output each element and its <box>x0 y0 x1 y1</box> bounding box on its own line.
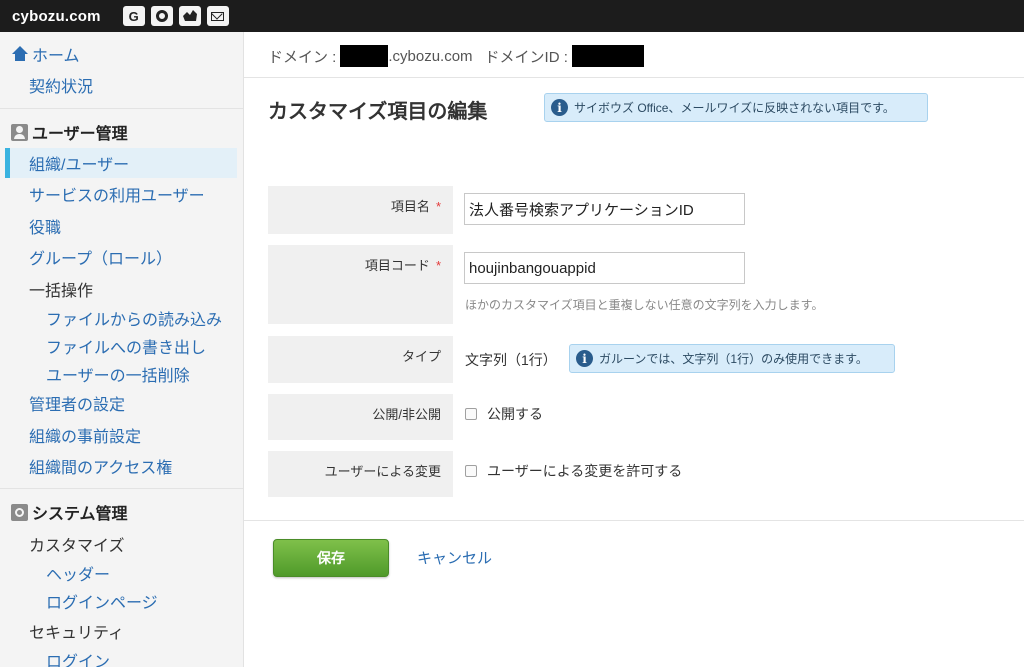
home-icon <box>11 46 29 62</box>
section-system-management: システム管理 <box>11 500 128 524</box>
user-change-checkbox[interactable] <box>465 465 477 477</box>
type-info-box: i ガルーンでは、文字列（1行）のみ使用できます。 <box>569 344 895 373</box>
title-info-text: サイボウズ Office、メールワイズに反映されない項目です。 <box>574 101 895 115</box>
sidebar-item-contract[interactable]: 契約状況 <box>29 73 93 97</box>
garoon-icon[interactable]: G <box>122 6 145 26</box>
visibility-label: 公開/非公開 <box>372 407 441 422</box>
page-title: カスタマイズ項目の編集 <box>268 101 488 123</box>
item-name-label: 項目名 <box>390 199 430 214</box>
user-change-option[interactable]: ユーザーによる変更を許可する <box>465 461 682 481</box>
user-change-label: ユーザーによる変更 <box>324 464 441 479</box>
type-label-cell: タイプ <box>268 336 453 383</box>
form-divider <box>244 520 1024 521</box>
save-button[interactable]: 保存 <box>273 539 389 577</box>
required-mark: * <box>435 199 441 214</box>
type-label: タイプ <box>401 349 441 364</box>
visibility-checkbox[interactable] <box>465 408 477 420</box>
mail-icon[interactable] <box>206 6 229 26</box>
section-user-management-label: ユーザー管理 <box>32 126 128 143</box>
sidebar-item-roles[interactable]: 役職 <box>29 214 61 238</box>
user-change-label-cell: ユーザーによる変更 <box>268 451 453 497</box>
item-code-label-cell: 項目コード * <box>268 245 453 324</box>
type-value: 文字列（1行） <box>465 352 557 368</box>
redacted-domain-id <box>571 45 644 67</box>
sidebar-divider <box>0 488 243 489</box>
info-icon: i <box>576 350 593 367</box>
user-icon <box>11 123 28 141</box>
sidebar-item-customize: カスタマイズ <box>29 538 125 555</box>
sidebar-item-service-users[interactable]: サービスの利用ユーザー <box>29 182 205 206</box>
section-user-management: ユーザー管理 <box>11 120 128 144</box>
item-code-label: 項目コード <box>364 258 430 273</box>
top-bar: cybozu.com G <box>0 0 1024 32</box>
sidebar-item-groups[interactable]: グループ（ロール） <box>29 245 172 269</box>
item-code-hint: ほかのカスタマイズ項目と重複しない任意の文字列を入力します。 <box>465 298 824 312</box>
domain-label: ドメイン : <box>268 48 337 66</box>
item-code-input[interactable]: houjinbangouappid <box>464 252 745 284</box>
info-icon: i <box>551 99 568 116</box>
visibility-checkbox-label[interactable]: 公開する <box>487 404 543 424</box>
domain-id-label: ドメインID : <box>484 48 568 66</box>
cybozu-logo[interactable]: cybozu.com <box>12 8 101 25</box>
sidebar-item-org-users[interactable]: 組織/ユーザー <box>29 151 129 175</box>
title-info-box: i サイボウズ Office、メールワイズに反映されない項目です。 <box>544 93 928 122</box>
sidebar-item-file-import[interactable]: ファイルからの読み込み <box>46 306 222 330</box>
sidebar-item-security: セキュリティ <box>29 625 125 642</box>
redacted-domain <box>340 45 389 67</box>
sidebar-item-home-label: ホーム <box>32 48 80 65</box>
sidebar-item-file-export[interactable]: ファイルへの書き出し <box>46 334 206 358</box>
gear-icon <box>11 503 28 521</box>
sidebar-item-login[interactable]: ログイン <box>46 648 110 667</box>
mailwise-icon[interactable] <box>178 6 201 26</box>
sidebar-item-home[interactable]: ホーム <box>11 42 80 66</box>
sidebar-item-org-presets[interactable]: 組織の事前設定 <box>29 423 141 447</box>
type-info-text: ガルーンでは、文字列（1行）のみ使用できます。 <box>599 352 868 366</box>
required-mark: * <box>435 258 441 273</box>
visibility-label-cell: 公開/非公開 <box>268 394 453 440</box>
office-icon[interactable] <box>150 6 173 26</box>
sidebar-divider <box>0 108 243 109</box>
domain-suffix: .cybozu.com <box>388 47 473 65</box>
user-change-checkbox-label[interactable]: ユーザーによる変更を許可する <box>487 461 682 481</box>
main-divider <box>244 77 1024 78</box>
cancel-link[interactable]: キャンセル <box>417 547 492 568</box>
item-name-label-cell: 項目名 * <box>268 186 453 234</box>
sidebar-item-bulk-delete[interactable]: ユーザーの一括削除 <box>46 362 190 386</box>
visibility-option[interactable]: 公開する <box>465 404 543 424</box>
item-name-input[interactable]: 法人番号検索アプリケーションID <box>464 193 745 225</box>
domain-info: ドメイン : .cybozu.com ドメインID : <box>268 45 644 67</box>
sidebar-item-inter-org-access[interactable]: 組織間のアクセス権 <box>29 454 172 478</box>
sidebar-item-admin-settings[interactable]: 管理者の設定 <box>29 391 125 415</box>
section-system-management-label: システム管理 <box>32 506 128 523</box>
sidebar-item-bulk: 一括操作 <box>29 283 94 300</box>
sidebar: ホーム 契約状況 ユーザー管理 組織/ユーザー サービスの利用ユーザー 役職 グ… <box>0 32 244 667</box>
sidebar-item-header[interactable]: ヘッダー <box>46 561 110 585</box>
sidebar-item-login-page[interactable]: ログインページ <box>46 589 158 613</box>
